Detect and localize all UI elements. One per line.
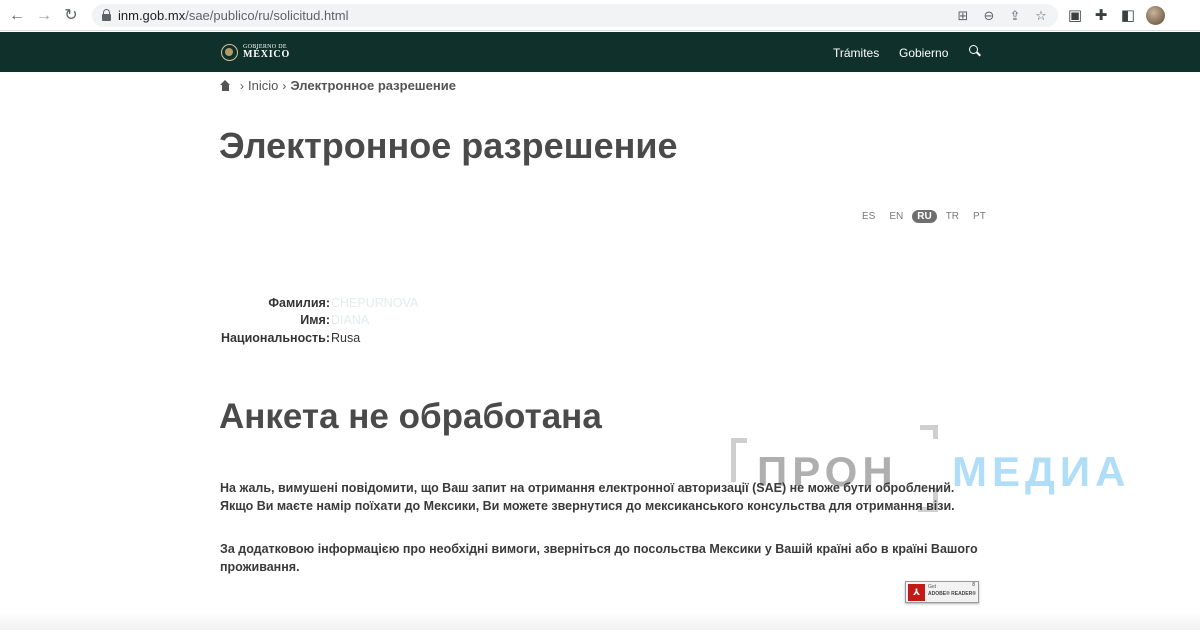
profile-avatar[interactable] — [1146, 6, 1165, 25]
puzzle-icon[interactable]: ✚ — [1091, 6, 1111, 26]
logo-line-2: MÉXICO — [243, 49, 291, 60]
gobierno-mexico-logo[interactable]: GOBIERNO DE MÉXICO — [221, 42, 290, 62]
home-icon[interactable] — [220, 80, 231, 91]
search-icon[interactable] — [969, 45, 981, 57]
back-arrow-icon[interactable]: ← — [7, 6, 27, 26]
lang-ru[interactable]: RU — [912, 210, 937, 223]
forward-arrow-icon[interactable]: → — [34, 6, 54, 26]
translate-icon[interactable]: ⊞ — [954, 7, 972, 25]
logo-text: GOBIERNO DE MÉXICO — [243, 44, 290, 60]
nav-link-gobierno[interactable]: Gobierno — [899, 46, 948, 60]
rejection-message: На жаль, вимушені повідомити, що Ваш зап… — [220, 481, 955, 513]
adobe-version-mark: 8 — [972, 582, 975, 588]
page-title: Электронное разрешение — [219, 125, 678, 166]
watermark-bracket-right — [920, 425, 938, 439]
breadcrumb: › Inicio › Электронное разрешение — [220, 78, 456, 93]
breadcrumb-current: Электронное разрешение — [290, 78, 456, 93]
page-bottom-shade — [0, 612, 1200, 630]
side-panel-icon[interactable]: ◧ — [1118, 6, 1138, 26]
url-text[interactable]: inm.gob.mx/sae/publico/ru/solicitud.html — [118, 8, 349, 23]
star-icon[interactable]: ☆ — [1032, 7, 1050, 25]
name-label: Имя: — [300, 313, 330, 327]
url-host: inm.gob.mx — [118, 8, 186, 23]
national-seal-icon — [221, 43, 238, 61]
adobe-reader-text: ADOBE® READER® — [928, 591, 976, 597]
status-title: Анкета не обработана — [219, 397, 602, 436]
extension-icon[interactable]: ▣ — [1065, 6, 1085, 26]
nationality-value: Rusa — [331, 331, 361, 345]
lang-es[interactable]: ES — [857, 210, 880, 223]
browser-toolbar: ← → ↻ inm.gob.mx/sae/publico/ru/solicitu… — [0, 0, 1200, 31]
info-message: За додатковою інформацією про необхідні … — [220, 542, 978, 574]
breadcrumb-home-link[interactable]: Inicio — [248, 78, 278, 93]
nationality-label: Национальность: — [220, 331, 330, 345]
chevron-right-icon: › — [240, 78, 244, 93]
get-adobe-reader-badge[interactable]: ⅄ Get ADOBE® READER® 8 — [905, 581, 979, 603]
reload-icon[interactable]: ↻ — [61, 6, 81, 26]
lang-tr[interactable]: TR — [941, 210, 964, 223]
lang-en[interactable]: EN — [884, 210, 908, 223]
surname-label: Фамилия: — [268, 296, 330, 310]
adobe-get-text: Get — [928, 584, 937, 590]
share-icon[interactable]: ⇪ — [1006, 7, 1024, 25]
address-bar[interactable]: inm.gob.mx/sae/publico/ru/solicitud.html… — [92, 4, 1058, 27]
chevron-right-icon: › — [282, 78, 287, 93]
surname-value: CHEPURNOVA — [331, 296, 419, 310]
site-header: GOBIERNO DE MÉXICO Trámites Gobierno — [0, 32, 1200, 72]
url-path: /sae/publico/ru/solicitud.html — [185, 8, 349, 23]
lock-icon[interactable] — [102, 9, 111, 21]
nav-link-tramites[interactable]: Trámites — [833, 46, 879, 60]
language-switcher: ES EN RU TR PT — [855, 210, 993, 223]
lang-pt[interactable]: PT — [968, 210, 991, 223]
name-value: DIANA — [331, 313, 370, 327]
zoom-icon[interactable]: ⊖ — [980, 7, 998, 25]
watermark-bracket-left — [731, 438, 747, 482]
adobe-pdf-icon: ⅄ — [908, 584, 925, 601]
